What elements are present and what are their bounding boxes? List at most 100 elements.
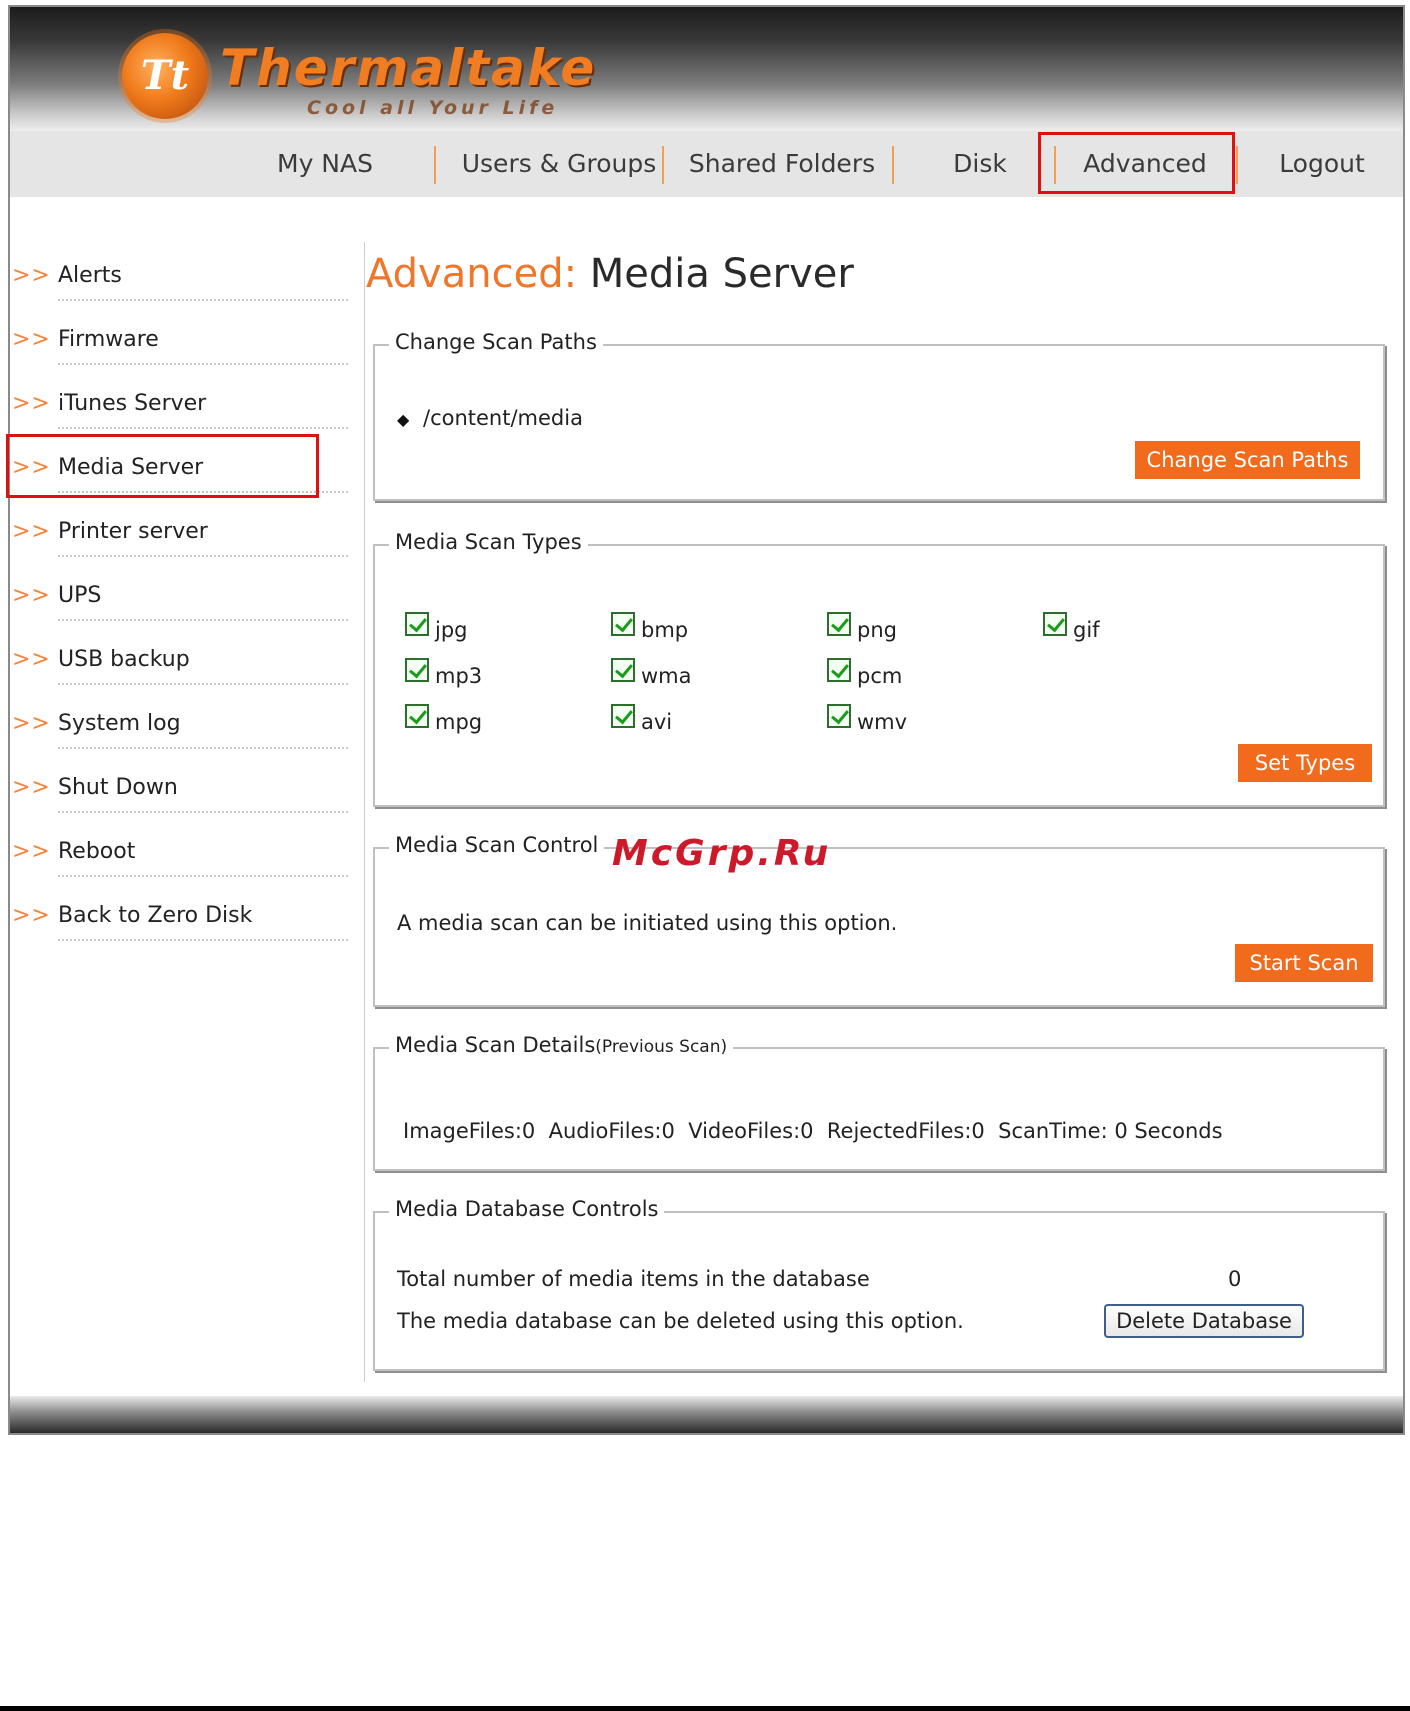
sidebar-item-label: Reboot (58, 839, 136, 864)
header-banner: Tt Thermaltake Cool all Your Life (10, 7, 1403, 131)
sidebar-arrow-icon: >> (12, 711, 51, 736)
scan-control-panel: Media Scan Control A media scan can be i… (373, 833, 1385, 1007)
checkbox-label: jpg (435, 618, 468, 642)
sidebar-item-printer-server[interactable]: >> Printer server (10, 505, 350, 569)
delete-database-button[interactable]: Delete Database (1104, 1304, 1304, 1338)
scan-paths-panel: Change Scan Paths ◆ /content/media Chang… (373, 330, 1385, 501)
sidebar-item-alerts[interactable]: >> Alerts (10, 249, 350, 313)
nav-users-groups[interactable]: Users & Groups (454, 131, 664, 197)
sidebar-item-label: USB backup (58, 647, 190, 672)
sidebar-arrow-icon: >> (12, 263, 51, 288)
total-items-value: 0 (1228, 1267, 1242, 1291)
nav-shared-folders[interactable]: Shared Folders (682, 131, 882, 197)
sidebar-arrow-icon: >> (12, 839, 51, 864)
sidebar-arrow-icon: >> (12, 391, 51, 416)
sidebar-divider (58, 683, 348, 685)
checkbox-label: gif (1073, 618, 1100, 642)
sidebar-selected-highlight (6, 434, 319, 498)
brand-logo: Tt Thermaltake Cool all Your Life (122, 29, 602, 119)
sidebar-arrow-icon: >> (12, 775, 51, 800)
sidebar-divider (58, 811, 348, 813)
sidebar-item-label: Firmware (58, 327, 159, 352)
sidebar-item-label: Back to Zero Disk (58, 903, 253, 928)
panel-legend: Media Database Controls (389, 1197, 665, 1221)
sidebar-item-usb-backup[interactable]: >> USB backup (10, 633, 350, 697)
footer-bar (10, 1396, 1403, 1433)
checkbox-avi[interactable] (611, 704, 635, 728)
checkbox-label: bmp (641, 618, 689, 642)
main-nav: My NAS Users & Groups Shared Folders Dis… (10, 131, 1403, 197)
sidebar-divider (58, 939, 348, 941)
checkbox-wma[interactable] (611, 658, 635, 682)
checkbox-label: mp3 (435, 664, 483, 688)
sidebar-divider (58, 427, 348, 429)
sidebar-divider (58, 299, 348, 301)
scan-details-summary: ImageFiles:0 AudioFiles:0 VideoFiles:0 R… (403, 1119, 1223, 1143)
checkbox-wmv[interactable] (827, 704, 851, 728)
checkbox-label: wma (641, 664, 692, 688)
nav-my-nas[interactable]: My NAS (260, 131, 390, 197)
start-scan-button[interactable]: Start Scan (1235, 944, 1373, 982)
panel-legend: Media Scan Types (389, 530, 588, 554)
sidebar-arrow-icon: >> (12, 519, 51, 544)
sidebar-arrow-icon: >> (12, 583, 51, 608)
sidebar-item-back-to-zero-disk[interactable]: >> Back to Zero Disk (10, 889, 350, 953)
sidebar-item-itunes-server[interactable]: >> iTunes Server (10, 377, 350, 441)
sidebar-item-system-log[interactable]: >> System log (10, 697, 350, 761)
database-controls-panel: Media Database Controls Total number of … (373, 1197, 1385, 1371)
sidebar-item-label: Shut Down (58, 775, 178, 800)
nav-logout[interactable]: Logout (1262, 131, 1382, 197)
checkbox-bmp[interactable] (611, 612, 635, 636)
checkbox-label: mpg (435, 710, 483, 734)
sidebar-item-label: iTunes Server (58, 391, 207, 416)
sidebar-divider (58, 555, 348, 557)
sidebar-divider (58, 875, 348, 877)
set-types-button[interactable]: Set Types (1238, 744, 1372, 782)
checkbox-mpg[interactable] (405, 704, 429, 728)
sidebar-arrow-icon: >> (12, 647, 51, 672)
sidebar-item-shut-down[interactable]: >> Shut Down (10, 761, 350, 825)
sidebar-divider (58, 747, 348, 749)
panel-legend: Change Scan Paths (389, 330, 603, 354)
change-scan-paths-button[interactable]: Change Scan Paths (1135, 441, 1360, 479)
delete-database-description: The media database can be deleted using … (397, 1309, 964, 1333)
checkbox-pcm[interactable] (827, 658, 851, 682)
sidebar-item-label: UPS (58, 583, 102, 608)
sidebar-item-ups[interactable]: >> UPS (10, 569, 350, 633)
sidebar-divider (58, 363, 348, 365)
page-title: Advanced: Media Server (366, 249, 854, 299)
nav-separator (1236, 146, 1238, 184)
checkbox-gif[interactable] (1043, 612, 1067, 636)
scan-control-description: A media scan can be initiated using this… (397, 911, 898, 935)
sidebar-item-reboot[interactable]: >> Reboot (10, 825, 350, 889)
logo-tagline: Cool all Your Life (307, 97, 559, 119)
nav-selected-highlight (1038, 132, 1235, 194)
bullet-icon: ◆ (397, 410, 410, 429)
sidebar-border (364, 242, 365, 1382)
page-bottom-rule (0, 1706, 1410, 1711)
logo-wordmark: Thermaltake (220, 39, 597, 97)
sidebar: >> Alerts >> Firmware >> iTunes Server >… (6, 197, 365, 1392)
sidebar-item-label: Alerts (58, 263, 122, 288)
sidebar-arrow-icon: >> (12, 327, 51, 352)
page-title-name: Media Server (589, 251, 854, 297)
checkbox-label: avi (641, 710, 673, 734)
sidebar-item-firmware[interactable]: >> Firmware (10, 313, 350, 377)
panel-legend: Media Scan Control (389, 833, 605, 857)
watermark-text: McGrp.Ru (612, 833, 832, 874)
panel-legend-title: Media Scan Details (395, 1033, 596, 1057)
panel-legend: Media Scan Details(Previous Scan) (389, 1033, 734, 1057)
sidebar-arrow-icon: >> (12, 903, 51, 928)
nav-separator (892, 146, 894, 184)
scan-types-panel: Media Scan Types jpg bmp png gif mp3 wma… (373, 530, 1385, 807)
checkbox-label: pcm (857, 664, 903, 688)
checkbox-mp3[interactable] (405, 658, 429, 682)
checkbox-label: png (857, 618, 897, 642)
nav-separator (662, 146, 664, 184)
nav-disk[interactable]: Disk (930, 131, 1030, 197)
checkbox-label: wmv (857, 710, 908, 734)
checkbox-png[interactable] (827, 612, 851, 636)
checkbox-jpg[interactable] (405, 612, 429, 636)
app-window: Tt Thermaltake Cool all Your Life My NAS… (6, 5, 1405, 1435)
sidebar-divider (58, 619, 348, 621)
